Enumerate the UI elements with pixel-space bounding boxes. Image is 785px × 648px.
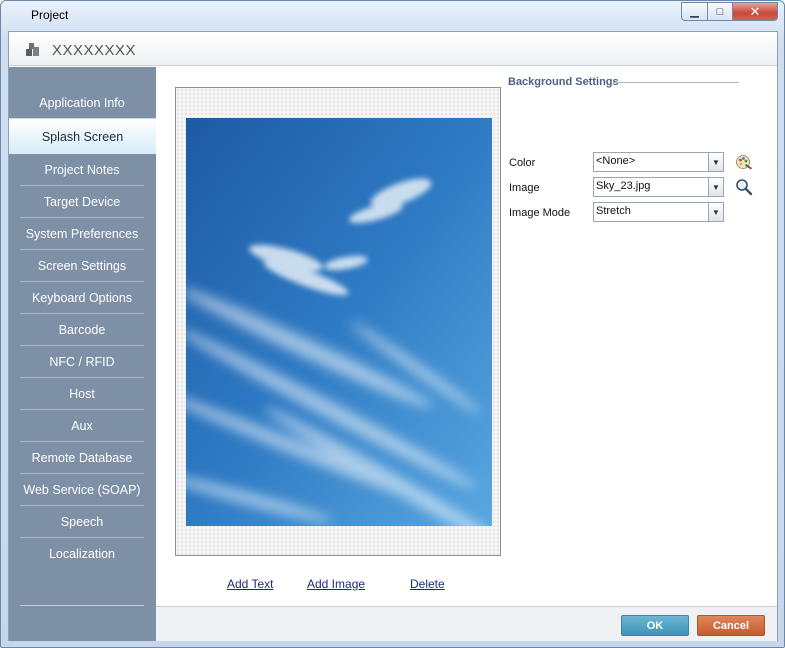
add-image-link[interactable]: Add Image	[307, 577, 365, 591]
image-dropdown[interactable]: Sky_23.jpg ▼	[593, 177, 724, 197]
close-button[interactable]: ✕	[732, 2, 778, 21]
sidebar-item-speech[interactable]: Speech	[20, 506, 144, 538]
project-name: XXXXXXXX	[52, 42, 137, 59]
sidebar-item-label: Remote Database	[31, 450, 133, 465]
sidebar-item-host[interactable]: Host	[20, 378, 144, 410]
image-dropdown-value: Sky_23.jpg	[596, 180, 651, 192]
sidebar-item-label: Splash Screen	[41, 129, 124, 144]
sidebar-item-label: Target Device	[43, 194, 121, 209]
ok-button[interactable]: OK	[621, 615, 689, 636]
sidebar: Application Info Splash Screen Project N…	[9, 67, 156, 641]
sidebar-item-label: Web Service (SOAP)	[23, 482, 141, 497]
sidebar-item-screen-settings[interactable]: Screen Settings	[20, 250, 144, 282]
caption-buttons: ▁ □ ✕	[681, 2, 778, 21]
background-settings-divider	[613, 82, 739, 83]
maximize-icon: □	[716, 5, 724, 18]
sidebar-item-label: Application Info	[39, 95, 125, 110]
minimize-icon: ▁	[690, 6, 699, 18]
sidebar-item-label: Localization	[48, 547, 115, 561]
image-mode-dropdown-value: Stretch	[596, 205, 631, 217]
sidebar-item-keyboard-options[interactable]: Keyboard Options	[20, 282, 144, 314]
sidebar-item-label: Project Notes	[44, 162, 120, 177]
chevron-down-icon[interactable]: ▼	[708, 153, 723, 171]
maximize-button[interactable]: □	[707, 2, 732, 21]
sidebar-item-label: Host	[69, 386, 95, 401]
sidebar-divider	[20, 605, 144, 606]
image-mode-dropdown[interactable]: Stretch ▼	[593, 202, 724, 222]
sidebar-item-system-preferences[interactable]: System Preferences	[20, 218, 144, 250]
sidebar-item-project-notes[interactable]: Project Notes	[20, 154, 144, 186]
sidebar-item-label: Speech	[60, 514, 104, 529]
sidebar-item-web-service-soap[interactable]: Web Service (SOAP)	[20, 474, 144, 506]
image-label: Image	[509, 182, 540, 194]
sidebar-item-label: Barcode	[58, 322, 106, 337]
sidebar-item-barcode[interactable]: Barcode	[20, 314, 144, 346]
delete-link[interactable]: Delete	[410, 577, 445, 591]
color-dropdown[interactable]: <None> ▼	[593, 152, 724, 172]
sidebar-item-label: Aux	[71, 418, 93, 433]
sidebar-item-aux[interactable]: Aux	[20, 410, 144, 442]
color-dropdown-value: <None>	[596, 155, 636, 167]
sidebar-item-target-device[interactable]: Target Device	[20, 186, 144, 218]
sidebar-item-localization[interactable]: Localization	[20, 538, 144, 570]
magnifier-icon[interactable]	[735, 178, 753, 196]
chevron-down-icon[interactable]: ▼	[708, 178, 723, 196]
project-header: XXXXXXXX	[9, 32, 777, 66]
minimize-button[interactable]: ▁	[681, 2, 707, 21]
sidebar-item-application-info[interactable]: Application Info	[20, 87, 144, 119]
sidebar-item-splash-screen[interactable]: Splash Screen	[9, 118, 156, 154]
sidebar-item-label: Screen Settings	[37, 258, 127, 273]
title-bar[interactable]: Project ▁ □ ✕	[1, 1, 784, 31]
color-label: Color	[509, 157, 536, 169]
project-window: Project ▁ □ ✕ XXXXXXXX Application Info …	[0, 0, 785, 648]
splash-screen-panel: Add Text Add Image Delete Background Set…	[156, 67, 777, 607]
splash-preview-canvas[interactable]	[175, 87, 501, 556]
sidebar-item-label: Keyboard Options	[31, 290, 133, 305]
image-mode-label: Image Mode	[509, 207, 571, 219]
sidebar-item-label: System Preferences	[25, 226, 139, 241]
splash-background-image[interactable]	[186, 118, 492, 526]
add-text-link[interactable]: Add Text	[227, 577, 273, 591]
dialog-footer: OK Cancel	[156, 606, 777, 641]
cancel-button[interactable]: Cancel	[697, 615, 765, 636]
color-picker-icon[interactable]	[735, 153, 753, 171]
project-icon	[26, 43, 39, 56]
sidebar-item-label: NFC / RFID	[49, 354, 115, 369]
background-settings-title: Background Settings	[508, 76, 619, 88]
window-title: Project	[31, 8, 69, 22]
chevron-down-icon[interactable]: ▼	[708, 203, 723, 221]
close-icon: ✕	[749, 3, 761, 19]
sidebar-item-nfc-rfid[interactable]: NFC / RFID	[20, 346, 144, 378]
sidebar-item-remote-database[interactable]: Remote Database	[20, 442, 144, 474]
window-client: XXXXXXXX Application Info Splash Screen …	[8, 31, 778, 641]
